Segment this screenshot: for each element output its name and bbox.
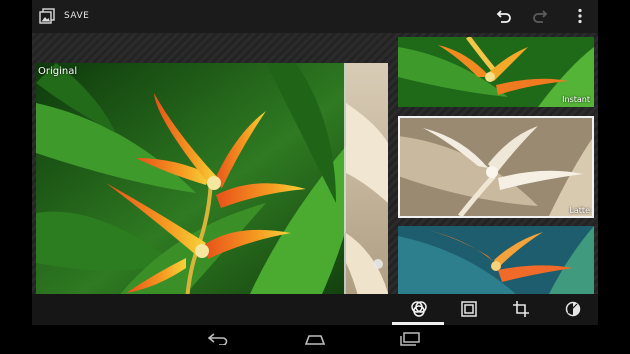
action-bar: SAVE bbox=[32, 0, 598, 33]
undo-button[interactable] bbox=[494, 6, 514, 26]
redo-button[interactable] bbox=[530, 6, 550, 26]
adjust-icon bbox=[565, 301, 581, 317]
nav-home-button[interactable] bbox=[301, 329, 329, 349]
redo-icon bbox=[533, 10, 548, 23]
filters-icon bbox=[411, 301, 427, 317]
original-label: Original bbox=[38, 66, 78, 77]
editor-canvas-area: Original Instant Latte bbox=[32, 33, 598, 327]
photo-editor-screen: SAVE Original Instant Latte bbox=[0, 0, 630, 354]
filter-label-instant: Instant bbox=[562, 95, 590, 104]
tool-crop[interactable] bbox=[510, 298, 532, 320]
flower-photo bbox=[36, 63, 388, 327]
photo-save-icon bbox=[39, 8, 55, 24]
tool-border[interactable] bbox=[458, 298, 480, 320]
back-icon bbox=[208, 333, 228, 345]
image-preview[interactable] bbox=[36, 63, 388, 327]
overflow-menu-icon bbox=[578, 8, 582, 24]
nav-back-button[interactable] bbox=[205, 329, 233, 349]
crop-icon bbox=[513, 301, 529, 317]
filter-thumb-latte[interactable]: Latte bbox=[398, 116, 594, 218]
recents-icon bbox=[400, 332, 420, 346]
split-compare-handle[interactable] bbox=[373, 259, 383, 269]
filter-list: Instant Latte bbox=[398, 37, 594, 323]
filter-thumb-instant[interactable]: Instant bbox=[398, 37, 594, 107]
system-nav-bar bbox=[0, 325, 630, 354]
nav-recents-button[interactable] bbox=[396, 329, 424, 349]
border-icon bbox=[461, 301, 477, 317]
editor-toolbar bbox=[32, 294, 598, 325]
tool-filters[interactable] bbox=[408, 298, 430, 320]
tool-adjust[interactable] bbox=[562, 298, 584, 320]
filter-label-latte: Latte bbox=[569, 206, 590, 215]
overflow-menu-button[interactable] bbox=[570, 6, 590, 26]
save-button[interactable]: SAVE bbox=[38, 4, 89, 28]
home-icon bbox=[304, 335, 326, 345]
undo-icon bbox=[496, 10, 511, 23]
filter-thumb-third[interactable] bbox=[398, 226, 594, 296]
save-label: SAVE bbox=[64, 11, 90, 21]
